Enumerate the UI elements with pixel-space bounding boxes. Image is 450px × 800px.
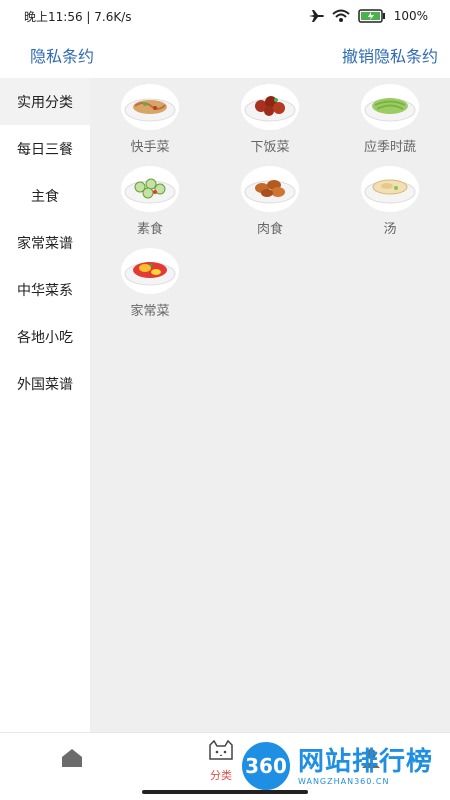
braised-meat-icon bbox=[241, 84, 299, 130]
sidebar-item-staple[interactable]: 主食 bbox=[0, 172, 90, 219]
battery-percent: 100% bbox=[393, 9, 428, 23]
tab-category[interactable]: 分类 bbox=[206, 739, 236, 783]
category-label: 应季时蔬 bbox=[363, 140, 416, 155]
category-label: 下饭菜 bbox=[250, 140, 290, 155]
status-speed: 7.6K/s bbox=[94, 9, 132, 24]
sidebar-item-chinese-cuisine[interactable]: 中华菜系 bbox=[0, 266, 90, 313]
category-sidebar: 实用分类 每日三餐 主食 家常菜谱 中华菜系 各地小吃 外国菜谱 bbox=[0, 78, 90, 732]
soup-bowl-icon bbox=[361, 166, 419, 212]
cat-face-icon bbox=[206, 739, 236, 765]
sidebar-item-practical[interactable]: 实用分类 bbox=[0, 78, 90, 125]
category-content: 快手菜 下饭菜 应季时蔬 素食 肉食 汤 家常菜 bbox=[90, 78, 450, 732]
status-icons: 100% bbox=[308, 9, 428, 23]
battery-icon bbox=[357, 9, 386, 23]
sidebar-item-daily-meals[interactable]: 每日三餐 bbox=[0, 125, 90, 172]
category-label: 家常菜 bbox=[130, 304, 170, 319]
status-bar: 晚上11:56 | 7.6K/s 100% bbox=[0, 0, 450, 32]
wifi-icon bbox=[332, 9, 350, 23]
category-label: 肉食 bbox=[256, 222, 283, 237]
tab-category-label: 分类 bbox=[210, 769, 232, 782]
noodle-dish-icon bbox=[121, 84, 179, 130]
sidebar-item-local-snacks[interactable]: 各地小吃 bbox=[0, 313, 90, 360]
top-header: 隐私条约 撤销隐私条约 bbox=[0, 32, 450, 78]
category-soup[interactable]: 汤 bbox=[330, 166, 450, 248]
category-label: 汤 bbox=[383, 222, 397, 237]
sidebar-item-home-recipes[interactable]: 家常菜谱 bbox=[0, 219, 90, 266]
status-time: 晚上11:56 bbox=[24, 9, 83, 24]
category-grid: 快手菜 下饭菜 应季时蔬 素食 肉食 汤 家常菜 bbox=[90, 78, 450, 330]
fried-chicken-icon bbox=[241, 166, 299, 212]
watermark-sub: WANGZHAN360.CN bbox=[298, 776, 390, 786]
tab-home[interactable] bbox=[60, 747, 84, 773]
airplane-icon bbox=[308, 9, 324, 23]
watermark-text: 网站排行榜 WANGZHAN360.CN bbox=[298, 747, 433, 786]
category-rice-dish[interactable]: 下饭菜 bbox=[210, 84, 330, 166]
home-icon bbox=[60, 747, 84, 773]
watermark-main: 网站排行榜 bbox=[298, 746, 434, 777]
sidebar-item-foreign-recipes[interactable]: 外国菜谱 bbox=[0, 360, 90, 407]
category-meat[interactable]: 肉食 bbox=[210, 166, 330, 248]
green-vegetable-icon bbox=[361, 84, 419, 130]
cucumber-salad-icon bbox=[121, 166, 179, 212]
category-seasonal-veg[interactable]: 应季时蔬 bbox=[330, 84, 450, 166]
category-label: 快手菜 bbox=[130, 140, 170, 155]
privacy-policy-link[interactable]: 隐私条约 bbox=[30, 43, 94, 67]
category-label: 素食 bbox=[136, 222, 163, 237]
watermark-logo: 360 网站排行榜 WANGZHAN360.CN bbox=[240, 740, 450, 792]
watermark-badge: 360 bbox=[240, 740, 292, 792]
revoke-privacy-link[interactable]: 撤销隐私条约 bbox=[342, 43, 438, 67]
home-indicator bbox=[142, 790, 308, 794]
category-quick-dish[interactable]: 快手菜 bbox=[90, 84, 210, 166]
category-home-dish[interactable]: 家常菜 bbox=[90, 248, 210, 330]
app-screen: 晚上11:56 | 7.6K/s 100% 隐私条约 撤销隐私条约 实用分类 每… bbox=[0, 0, 450, 800]
status-time-speed: 晚上11:56 | 7.6K/s bbox=[24, 8, 132, 25]
tomato-egg-icon bbox=[121, 248, 179, 294]
category-vegetarian[interactable]: 素食 bbox=[90, 166, 210, 248]
